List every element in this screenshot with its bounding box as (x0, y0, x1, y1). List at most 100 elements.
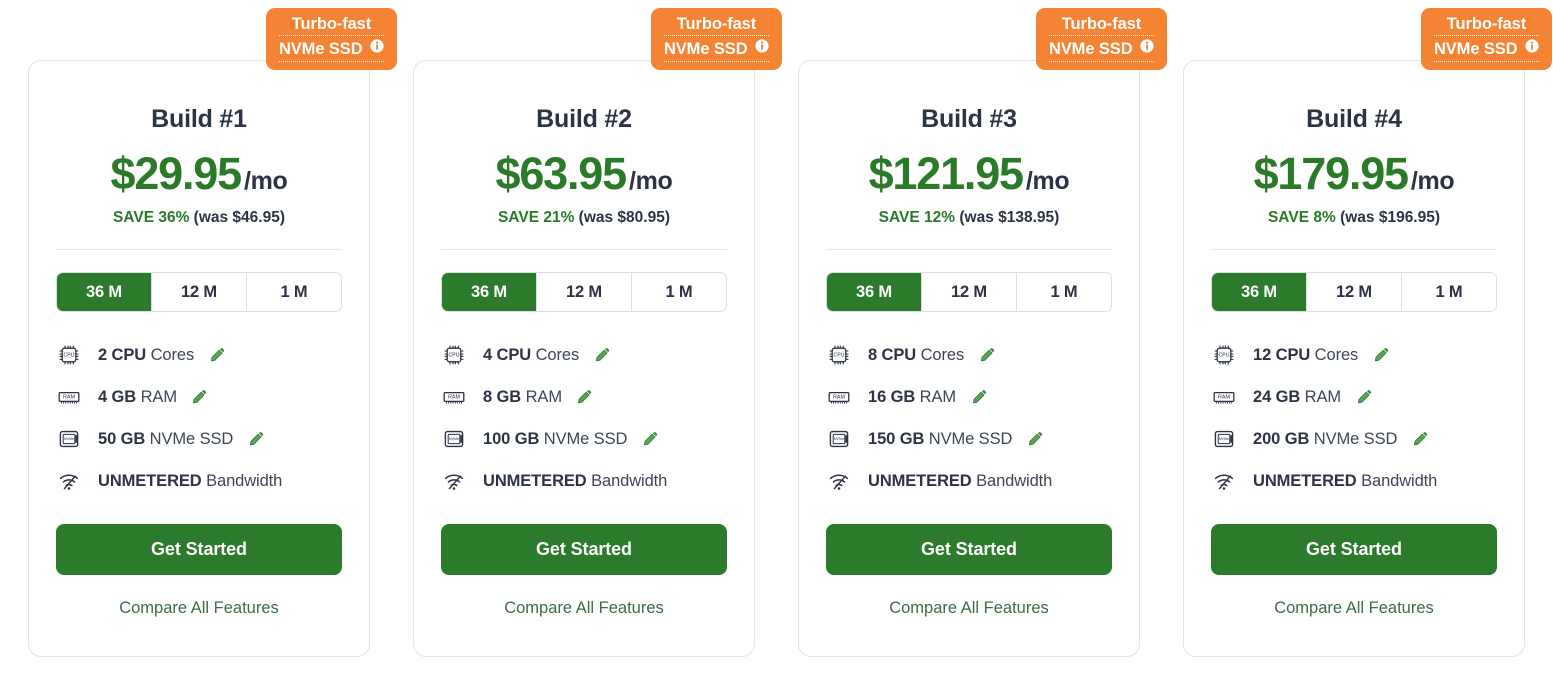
wifi-unmetered-icon (56, 468, 82, 494)
nvme-drive-icon: NVMe (56, 426, 82, 452)
price-period: /mo (1410, 167, 1455, 195)
pencil-edit-icon[interactable] (1027, 430, 1044, 447)
savings-row: SAVE 8% (was $196.95) (1211, 209, 1497, 227)
spec-row-bandwidth: UNMETERED Bandwidth (441, 460, 727, 502)
svg-text:CPU: CPU (449, 353, 460, 359)
compare-all-features-link[interactable]: Compare All Features (56, 599, 342, 618)
pencil-edit-icon[interactable] (1356, 388, 1373, 405)
term-selector[interactable]: 36 M 12 M1 M (1211, 272, 1497, 312)
ram-module-icon: RAM (56, 384, 82, 410)
ram-value: 8 GB (483, 387, 522, 406)
specs-list: CPU 8 CPU Cores RAM 16 GB RAM NVMe 150 G… (826, 334, 1112, 502)
pencil-edit-icon[interactable] (979, 346, 996, 363)
spec-text-ram: 8 GB RAM (483, 388, 593, 407)
spec-row-ssd: NVMe 150 GB NVMe SSD (826, 418, 1112, 460)
cpu-suffix: Cores (535, 345, 580, 364)
term-selector[interactable]: 36 M 12 M1 M (56, 272, 342, 312)
pencil-edit-icon[interactable] (209, 346, 226, 363)
turbo-nvme-badge[interactable]: Turbo-fast NVMe SSD (1420, 8, 1552, 70)
term-option-1m[interactable]: 1 M (1401, 273, 1496, 311)
original-price: (was $80.95) (578, 209, 671, 226)
turbo-nvme-badge[interactable]: Turbo-fast NVMe SSD (265, 8, 397, 70)
get-started-button[interactable]: Get Started (56, 524, 342, 575)
svg-text:CPU: CPU (64, 353, 75, 359)
wifi-unmetered-icon (826, 468, 852, 494)
info-circle-icon[interactable] (1140, 39, 1154, 58)
spec-text-ram: 4 GB RAM (98, 388, 208, 407)
spec-row-cpu: CPU 8 CPU Cores (826, 334, 1112, 376)
price-amount: $121.95 (868, 148, 1024, 199)
ssd-value: 100 GB (483, 429, 540, 448)
info-circle-icon[interactable] (370, 39, 384, 58)
cpu-chip-icon: CPU (441, 342, 467, 368)
get-started-button[interactable]: Get Started (441, 524, 727, 575)
term-option-1m[interactable]: 1 M (246, 273, 341, 311)
pencil-edit-icon[interactable] (594, 346, 611, 363)
term-option-12m[interactable]: 12 M (536, 273, 631, 311)
turbo-nvme-badge[interactable]: Turbo-fast NVMe SSD (650, 8, 782, 70)
original-price: (was $46.95) (193, 209, 286, 226)
header-divider (826, 249, 1112, 250)
get-started-button[interactable]: Get Started (1211, 524, 1497, 575)
nvme-drive-icon: NVMe (1211, 426, 1237, 452)
term-selector[interactable]: 36 M 12 M1 M (441, 272, 727, 312)
turbo-nvme-badge[interactable]: Turbo-fast NVMe SSD (1035, 8, 1167, 70)
badge-nvme-text: NVMe SSD (1048, 40, 1133, 59)
term-option-12m[interactable]: 12 M (151, 273, 246, 311)
header-divider (441, 249, 727, 250)
savings-row: SAVE 21% (was $80.95) (441, 209, 727, 227)
savings-percent: SAVE 12% (878, 209, 956, 226)
pencil-edit-icon[interactable] (248, 430, 265, 447)
plan-slot-2: Turbo-fast NVMe SSD Build #2 $63.95/mo S… (385, 0, 782, 657)
plan-slot-1: Turbo-fast NVMe SSD Build #1 $29.95/mo S… (0, 0, 397, 657)
get-started-button[interactable]: Get Started (826, 524, 1112, 575)
term-option-12m[interactable]: 12 M (921, 273, 1016, 311)
info-circle-icon[interactable] (1525, 39, 1539, 58)
compare-all-features-link[interactable]: Compare All Features (1211, 599, 1497, 618)
term-option-1m[interactable]: 1 M (1016, 273, 1111, 311)
price-row: $29.95/mo (56, 148, 342, 200)
header-divider (56, 249, 342, 250)
price-row: $179.95/mo (1211, 148, 1497, 200)
savings-percent: SAVE 8% (1267, 209, 1336, 226)
pencil-edit-icon[interactable] (1373, 346, 1390, 363)
cpu-chip-icon: CPU (56, 342, 82, 368)
spec-text-bandwidth: UNMETERED Bandwidth (868, 472, 1052, 491)
pencil-edit-icon[interactable] (576, 388, 593, 405)
pencil-edit-icon[interactable] (191, 388, 208, 405)
pencil-edit-icon[interactable] (971, 388, 988, 405)
savings-percent: SAVE 21% (497, 209, 575, 226)
badge-line-turbo: Turbo-fast (663, 15, 769, 37)
info-circle-icon[interactable] (755, 39, 769, 58)
compare-all-features-link[interactable]: Compare All Features (441, 599, 727, 618)
price-amount: $179.95 (1253, 148, 1409, 199)
wifi-unmetered-icon (1211, 468, 1237, 494)
svg-text:NVMe: NVMe (834, 437, 844, 441)
bandwidth-value: UNMETERED (1253, 471, 1357, 490)
spec-row-bandwidth: UNMETERED Bandwidth (826, 460, 1112, 502)
term-option-1m[interactable]: 1 M (631, 273, 726, 311)
spec-text-cpu: 4 CPU Cores (483, 346, 611, 365)
badge-nvme-text: NVMe SSD (1433, 40, 1518, 59)
ssd-suffix: NVMe SSD (928, 429, 1013, 448)
term-option-36m[interactable]: 36 M (827, 273, 921, 311)
plan-title: Build #1 (151, 105, 247, 133)
cpu-suffix: Cores (1314, 345, 1359, 364)
spec-row-ram: RAM 16 GB RAM (826, 376, 1112, 418)
svg-text:RAM: RAM (448, 395, 460, 401)
pricing-plans-grid: Turbo-fast NVMe SSD Build #1 $29.95/mo S… (0, 0, 1553, 674)
term-option-12m[interactable]: 12 M (1306, 273, 1401, 311)
term-option-36m[interactable]: 36 M (57, 273, 151, 311)
pencil-edit-icon[interactable] (642, 430, 659, 447)
term-option-36m[interactable]: 36 M (442, 273, 536, 311)
original-price: (was $138.95) (959, 209, 1060, 226)
ram-module-icon: RAM (441, 384, 467, 410)
badge-line-nvme: NVMe SSD (1433, 39, 1539, 62)
term-selector[interactable]: 36 M 12 M1 M (826, 272, 1112, 312)
spec-row-ssd: NVMe 100 GB NVMe SSD (441, 418, 727, 460)
term-option-36m[interactable]: 36 M (1212, 273, 1306, 311)
pencil-edit-icon[interactable] (1412, 430, 1429, 447)
plan-card: Build #1 $29.95/mo SAVE 36% (was $46.95)… (28, 60, 370, 657)
svg-text:NVMe: NVMe (64, 437, 74, 441)
compare-all-features-link[interactable]: Compare All Features (826, 599, 1112, 618)
